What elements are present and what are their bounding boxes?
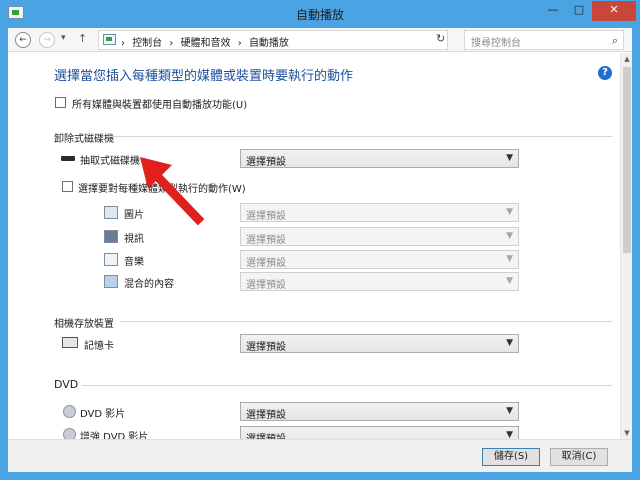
select-value: 選擇預設 (246, 258, 286, 269)
dvd-movie-label: DVD 影片 (80, 409, 126, 420)
search-input[interactable]: 搜尋控制台 (471, 34, 521, 49)
dialog-footer: 儲存(S) 取消(C) (8, 439, 632, 472)
chevron-down-icon: ▼ (506, 406, 513, 416)
memory-card-select[interactable]: 選擇預設 ▼ (240, 334, 519, 353)
section-dvd: DVD (54, 378, 79, 391)
chevron-down-icon: ▼ (506, 153, 513, 163)
scroll-thumb[interactable] (623, 67, 631, 253)
save-button[interactable]: 儲存(S) (482, 448, 540, 466)
recent-pages-dropdown[interactable]: ▾ (61, 33, 66, 43)
breadcrumb-control-panel[interactable]: 控制台 (132, 38, 162, 49)
section-divider (120, 321, 612, 322)
dvd-icon (63, 428, 76, 439)
search-icon[interactable]: ⌕ (612, 34, 618, 48)
navigation-bar: ← → ▾ ↑ › 控制台 › 硬體和音效 › 自動播放 ▾ ↻ 搜尋控制台 ⌕ (8, 28, 632, 52)
section-divider (108, 136, 612, 137)
chevron-down-icon: ▼ (506, 430, 513, 439)
dvd-movie-select[interactable]: 選擇預設 ▼ (240, 402, 519, 421)
section-removable-drives: 卸除式磁碟機 (54, 134, 114, 145)
dvd-icon (63, 405, 76, 418)
enhanced-dvd-movie-select[interactable]: 選擇預設 ▼ (240, 426, 519, 439)
cancel-button[interactable]: 取消(C) (550, 448, 608, 466)
select-value: 選擇預設 (246, 280, 286, 291)
select-value: 選擇預設 (246, 410, 286, 421)
maximize-button[interactable]: □ (566, 1, 592, 21)
enhanced-dvd-movie-label: 增強 DVD 影片 (80, 432, 149, 439)
up-button[interactable]: ↑ (78, 32, 87, 45)
section-divider (82, 385, 612, 386)
forward-button[interactable]: → (39, 32, 55, 48)
back-button[interactable]: ← (15, 32, 31, 48)
chevron-down-icon: ▼ (506, 254, 513, 264)
music-select[interactable]: 選擇預設 ▼ (240, 250, 519, 269)
chevron-down-icon: ▼ (506, 338, 513, 348)
breadcrumb-autoplay[interactable]: 自動播放 (249, 38, 289, 49)
breadcrumb: › 控制台 › 硬體和音效 › 自動播放 (121, 34, 293, 49)
address-bar[interactable]: › 控制台 › 硬體和音效 › 自動播放 ▾ (98, 30, 508, 50)
picture-icon (104, 206, 118, 219)
music-icon (104, 253, 118, 266)
videos-label: 視訊 (124, 234, 144, 245)
per-media-type-checkbox[interactable] (62, 181, 73, 192)
breadcrumb-sep: › (169, 38, 174, 49)
select-value: 選擇預設 (246, 235, 286, 246)
video-icon (104, 230, 118, 243)
page-title: 選擇當您插入每種類型的媒體或裝置時要執行的動作 (54, 69, 354, 84)
autoplay-window: 自動播放 — □ ✕ ← → ▾ ↑ › 控制台 › 硬體和音效 › 自動播放 … (0, 0, 640, 480)
removable-drive-select[interactable]: 選擇預設 ▼ (240, 149, 519, 168)
client-area: ← → ▾ ↑ › 控制台 › 硬體和音效 › 自動播放 ▾ ↻ 搜尋控制台 ⌕ (8, 28, 632, 472)
red-arrow-annotation (140, 157, 205, 226)
use-autoplay-checkbox[interactable] (55, 97, 66, 108)
scroll-up-icon[interactable]: ▲ (621, 53, 633, 65)
minimize-button[interactable]: — (540, 1, 566, 21)
refresh-icon[interactable]: ↻ (436, 32, 445, 45)
select-value: 選擇預設 (246, 342, 286, 353)
removable-drive-label: 抽取式磁碟機 (80, 156, 140, 167)
mixed-content-label: 混合的內容 (124, 279, 174, 290)
breadcrumb-sep: › (121, 38, 125, 49)
vertical-scrollbar[interactable]: ▲ ▼ (620, 53, 632, 439)
breadcrumb-hardware-sound[interactable]: 硬體和音效 (181, 38, 231, 49)
control-panel-icon (103, 34, 116, 45)
scroll-down-icon[interactable]: ▼ (621, 427, 633, 439)
close-button[interactable]: ✕ (592, 1, 636, 21)
section-camera-storage: 相機存放裝置 (54, 319, 114, 330)
title-bar: 自動播放 — □ ✕ (0, 0, 640, 28)
chevron-down-icon: ▼ (506, 231, 513, 241)
memory-card-label: 記憶卡 (84, 341, 114, 352)
breadcrumb-sep: › (237, 38, 242, 49)
select-value: 選擇預設 (246, 430, 286, 439)
chevron-down-icon: ▼ (506, 207, 513, 217)
removable-drive-icon (61, 156, 75, 161)
mixed-content-icon (104, 275, 118, 288)
use-autoplay-label[interactable]: 所有媒體與裝置都使用自動播放功能(U) (72, 96, 247, 111)
select-value: 選擇預設 (246, 157, 286, 168)
music-label: 音樂 (124, 257, 144, 268)
select-value: 選擇預設 (246, 211, 286, 222)
chevron-down-icon: ▼ (506, 276, 513, 286)
videos-select[interactable]: 選擇預設 ▼ (240, 227, 519, 246)
pictures-select[interactable]: 選擇預設 ▼ (240, 203, 519, 222)
mixed-content-select[interactable]: 選擇預設 ▼ (240, 272, 519, 291)
search-box[interactable]: 搜尋控制台 ⌕ (464, 30, 624, 50)
help-icon[interactable]: ? (598, 66, 612, 80)
settings-content: 選擇當您插入每種類型的媒體或裝置時要執行的動作 ? 所有媒體與裝置都使用自動播放… (8, 53, 620, 439)
memory-card-icon (62, 337, 78, 348)
